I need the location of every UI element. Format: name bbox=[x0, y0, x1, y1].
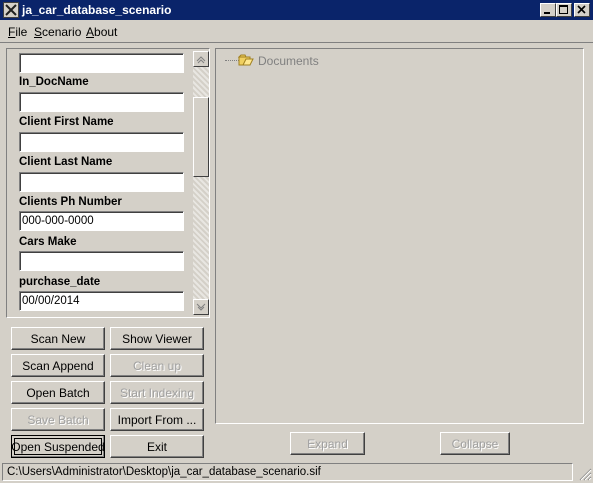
field-label-purchase-date: purchase_date bbox=[19, 276, 101, 288]
fields-scrollbar[interactable] bbox=[193, 51, 209, 315]
menu-file[interactable]: File bbox=[8, 25, 27, 39]
chevron-down-icon bbox=[196, 303, 206, 311]
document-tree[interactable]: Documents bbox=[215, 48, 584, 424]
minimize-icon bbox=[544, 12, 550, 14]
exit-button[interactable]: Exit bbox=[110, 435, 204, 458]
close-button[interactable] bbox=[574, 3, 590, 17]
menu-scenario[interactable]: Scenario bbox=[34, 25, 81, 39]
field-input-client-first-name[interactable] bbox=[19, 132, 184, 152]
field-input-client-last-name[interactable] bbox=[19, 172, 184, 192]
maximize-icon bbox=[559, 5, 568, 14]
field-input-cars-make[interactable] bbox=[19, 251, 184, 271]
expand-button[interactable]: Expand bbox=[290, 432, 365, 455]
tree-node-documents[interactable]: Documents bbox=[258, 54, 319, 68]
tree-connector bbox=[225, 60, 239, 61]
chevron-up-icon bbox=[196, 56, 206, 64]
open-batch-button[interactable]: Open Batch bbox=[11, 381, 105, 404]
import-from-button[interactable]: Import From ... bbox=[110, 408, 204, 431]
menu-about[interactable]: About bbox=[86, 25, 117, 39]
status-bar: C:\Users\Administrator\Desktop\ja_car_da… bbox=[0, 461, 593, 483]
open-suspended-button[interactable]: Open Suspended bbox=[11, 435, 105, 458]
field-label-client-first-name: Client First Name bbox=[19, 116, 114, 128]
minimize-button[interactable] bbox=[540, 3, 556, 17]
field-label-cars-make: Cars Make bbox=[19, 236, 77, 248]
collapse-button[interactable]: Collapse bbox=[440, 432, 510, 455]
resize-grip-icon[interactable] bbox=[576, 465, 592, 481]
field-label-client-last-name: Client Last Name bbox=[19, 156, 113, 168]
field-label-client-phone: Clients Ph Number bbox=[19, 196, 122, 208]
scan-append-button[interactable]: Scan Append bbox=[11, 354, 105, 377]
scroll-thumb[interactable] bbox=[193, 97, 209, 177]
show-viewer-button[interactable]: Show Viewer bbox=[110, 327, 204, 350]
field-label-docname: In_DocName bbox=[19, 76, 89, 88]
maximize-button[interactable] bbox=[556, 3, 572, 17]
field-input-0[interactable] bbox=[19, 53, 184, 73]
menu-bar: File Scenario About bbox=[0, 20, 593, 43]
save-batch-button[interactable]: Save Batch bbox=[11, 408, 105, 431]
folder-icon bbox=[238, 54, 254, 66]
scroll-up-button[interactable] bbox=[193, 51, 209, 67]
app-icon[interactable] bbox=[3, 2, 19, 18]
scroll-down-button[interactable] bbox=[193, 299, 209, 315]
close-icon bbox=[577, 5, 586, 14]
clean-up-button[interactable]: Clean up bbox=[110, 354, 204, 377]
status-file-path: C:\Users\Administrator\Desktop\ja_car_da… bbox=[2, 463, 573, 481]
scan-new-button[interactable]: Scan New bbox=[11, 327, 105, 350]
field-input-purchase-date[interactable]: 00/00/2014 bbox=[19, 291, 184, 311]
title-bar: ja_car_database_scenario bbox=[0, 0, 593, 20]
start-indexing-button[interactable]: Start Indexing bbox=[110, 381, 204, 404]
index-fields-panel: In_DocName Client First Name Client Last… bbox=[6, 48, 210, 318]
window-title: ja_car_database_scenario bbox=[22, 3, 172, 17]
field-input-client-phone[interactable]: 000-000-0000 bbox=[19, 211, 184, 231]
field-input-docname[interactable] bbox=[19, 92, 184, 112]
